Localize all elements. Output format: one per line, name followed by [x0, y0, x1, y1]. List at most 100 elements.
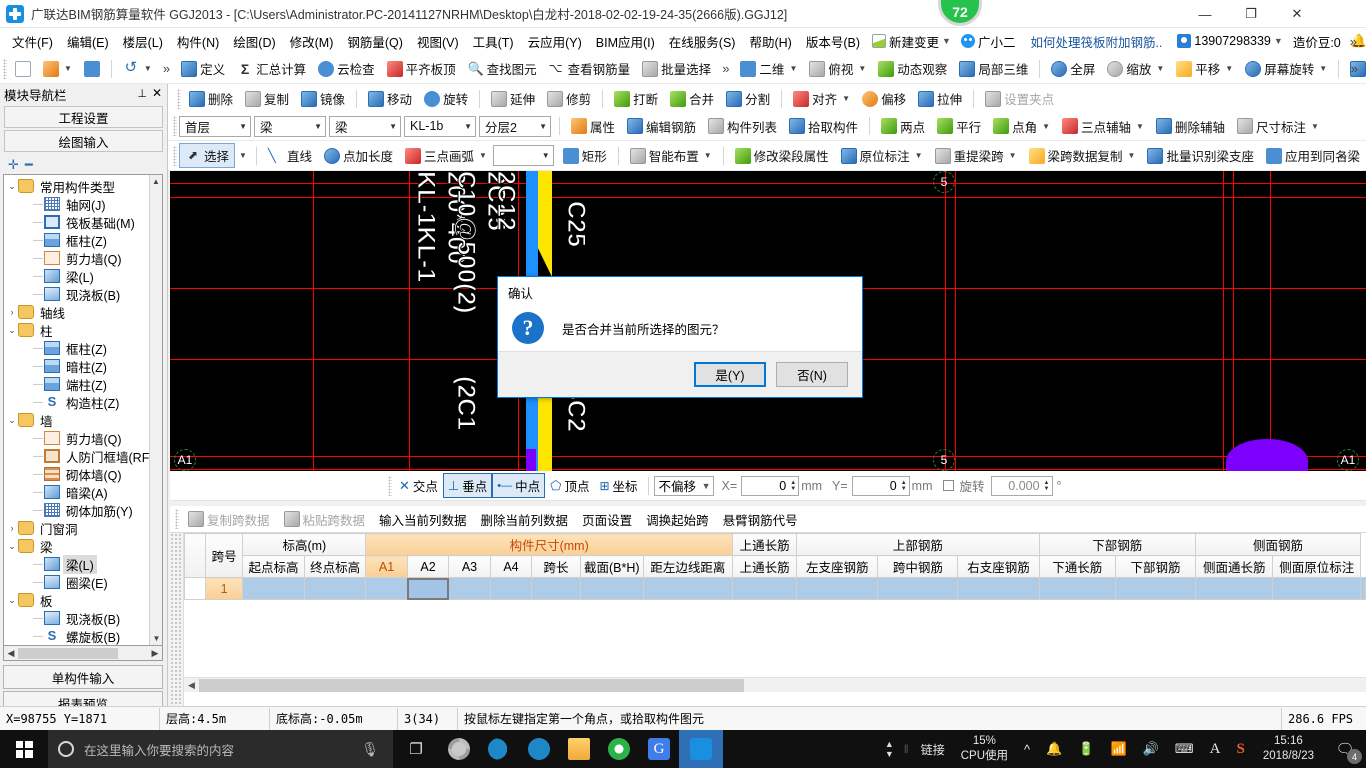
grid-column-header[interactable]: 侧面通长筋	[1195, 555, 1274, 578]
arc-chevron-down-icon[interactable]: ▼	[479, 151, 487, 160]
account-chevron-down-icon[interactable]: ▼	[1274, 36, 1283, 46]
task-view-button[interactable]: ❐	[393, 730, 439, 768]
bell-icon[interactable]: 🔔	[1038, 741, 1070, 757]
y-offset-input[interactable]: 0 ▲ ▼	[851, 475, 910, 496]
draw-blank-combo[interactable]: ▼	[492, 145, 554, 166]
tree-item[interactable]: — 框柱(Z)	[6, 231, 162, 249]
spinner-icon[interactable]: ▲ ▼	[901, 480, 907, 492]
toolbar1-mid-overflow-icon[interactable]: »	[717, 61, 734, 76]
taskbar-app-google[interactable]: G	[639, 730, 679, 768]
grid-cell[interactable]	[1360, 577, 1366, 600]
layer-combo[interactable]: 分层2 ▼	[479, 115, 551, 137]
close-button[interactable]: ✕	[1274, 0, 1320, 28]
taskbar-app-active[interactable]	[679, 730, 723, 768]
chevron-down-icon[interactable]: ▼	[464, 122, 472, 131]
tree-item[interactable]: — 梁(L)	[6, 267, 162, 285]
chevron-down-icon[interactable]: ▼	[702, 481, 711, 491]
grid-column-header[interactable]: A3	[448, 555, 491, 578]
menu-edit[interactable]: 编辑(E)	[60, 29, 116, 54]
dialog-no-button[interactable]: 否(N)	[776, 362, 848, 387]
line-tool-button[interactable]: ╲ 直线	[262, 143, 318, 168]
grid-column-header[interactable]: 侧面原位标注	[1272, 555, 1361, 578]
grid-hsb-thumb[interactable]	[199, 678, 744, 692]
tray-scroll-icon[interactable]: ▲ ▼	[879, 739, 900, 759]
align-slab-top-button[interactable]: 平齐板顶	[381, 56, 462, 81]
chevron-down-icon[interactable]: ▼	[389, 122, 397, 131]
menu-version[interactable]: 版本号(B)	[799, 29, 867, 54]
chevron-down-icon[interactable]: ▼	[942, 36, 951, 46]
toolbar1-overflow-icon[interactable]: »	[158, 61, 175, 76]
reextract-chevron-down-icon[interactable]: ▼	[1009, 151, 1017, 160]
link-label[interactable]: 链接	[913, 741, 953, 758]
microphone-icon[interactable]: 🎙	[361, 741, 379, 758]
volume-icon[interactable]: 🔊	[1135, 741, 1167, 757]
find-element-button[interactable]: 🔍 查找图元	[462, 56, 543, 81]
grid-cell[interactable]	[489, 577, 533, 600]
grid-cell[interactable]	[531, 577, 581, 600]
add-node-icon[interactable]: ✛	[8, 157, 19, 173]
taskbar-clock[interactable]: 15:16 2018/8/23	[1253, 734, 1324, 764]
toolbar4-overflow-icon[interactable]: »	[1335, 148, 1352, 163]
grid-column-header[interactable]: A4	[489, 555, 533, 578]
taskbar-app-explorer[interactable]	[559, 730, 599, 768]
copy-span-data-button[interactable]: 梁跨数据复制 ▼	[1023, 143, 1142, 168]
hsb-thumb[interactable]	[18, 647, 118, 659]
grid-cell[interactable]	[303, 577, 367, 600]
scroll-right-icon[interactable]: ▶	[148, 648, 162, 659]
offset-mode-combo[interactable]: 不偏移 ▼	[653, 475, 714, 496]
fullscreen-button[interactable]: 全屏	[1045, 56, 1101, 81]
sheet-toolbar-grip[interactable]	[175, 509, 179, 529]
menu-component[interactable]: 构件(N)	[170, 29, 226, 54]
menu-view[interactable]: 视图(V)	[410, 29, 466, 54]
taskbar-search-input[interactable]: 在这里输入你要搜索的内容 🎙	[48, 730, 393, 768]
copyspan-chevron-down-icon[interactable]: ▼	[1128, 151, 1136, 160]
grid-cell[interactable]	[796, 577, 879, 600]
grid-row-marker[interactable]	[184, 577, 206, 600]
swap-start-span-cmd[interactable]: 调换起始跨	[639, 507, 716, 532]
tree-item[interactable]: — 砌体加筋(Y)	[6, 501, 162, 519]
menu-cloud[interactable]: 云应用(Y)	[521, 29, 589, 54]
type-combo[interactable]: 梁 ▼	[329, 115, 401, 137]
move-button[interactable]: 移动	[362, 86, 418, 111]
extend-button[interactable]: 延伸	[485, 86, 541, 111]
grid-cell[interactable]	[642, 577, 733, 600]
grid-column-header[interactable]: A2	[406, 555, 450, 578]
tree-item[interactable]: ⌄ 梁	[6, 537, 162, 555]
taskbar-app-fan[interactable]	[439, 730, 479, 768]
snap-intersection-button[interactable]: ✕ 交点	[394, 473, 443, 498]
tree-item[interactable]: — 轴网(J)	[6, 195, 162, 213]
menubar-overflow-icon[interactable]: »	[1345, 34, 1362, 49]
grid-column-header[interactable]: 上通长筋	[731, 555, 798, 578]
page-setup-cmd[interactable]: 页面设置	[575, 507, 639, 532]
orbit-button[interactable]: 动态观察	[872, 56, 953, 81]
menu-rebar[interactable]: 钢筋量(Q)	[340, 29, 410, 54]
component-tree[interactable]: ⌄ 常用构件类型 — 轴网(J) — 筏板基础(M) — 框柱(Z) — 剪力墙(Q) — 梁(L) —…	[3, 174, 163, 646]
grid-horizontal-scrollbar[interactable]: ◀	[184, 677, 1366, 692]
grid-cell[interactable]	[957, 577, 1040, 600]
action-center-button[interactable]: 🗨 4	[1324, 730, 1366, 768]
spinner-icon[interactable]: ▲ ▼	[1044, 480, 1050, 492]
axis-label-a1[interactable]: A1	[174, 449, 196, 471]
tree-item[interactable]: ⌄ 墙	[6, 411, 162, 429]
new-change-button[interactable]: 新建变更 ▼	[867, 32, 956, 51]
grid-cell[interactable]	[1195, 577, 1274, 600]
select-chevron-down-icon[interactable]: ▼	[239, 151, 247, 160]
undo-button[interactable]: ↺ ▼	[117, 58, 158, 80]
grid-cell[interactable]	[1272, 577, 1361, 600]
snap-midpoint-button[interactable]: •— 中点	[492, 473, 546, 498]
snap-vertex-button[interactable]: ⬠ 顶点	[545, 473, 594, 498]
open-file-button[interactable]: ▼	[37, 58, 78, 80]
menu-file[interactable]: 文件(F)	[5, 29, 60, 54]
define-button[interactable]: 定义	[175, 56, 231, 81]
axis-label-5-bottom[interactable]: 5	[933, 449, 955, 471]
tree-item[interactable]: — 剪力墙(Q)	[6, 429, 162, 447]
snap-perpendicular-button[interactable]: ⊥ 垂点	[442, 473, 493, 498]
grid-column-header[interactable]: 跨长	[531, 555, 581, 578]
close-icon[interactable]: ✕	[152, 86, 162, 100]
tree-horizontal-scrollbar[interactable]: ◀ ▶	[3, 646, 163, 661]
view-2d-button[interactable]: 二维 ▼	[734, 56, 803, 81]
toolbar1-right-overflow-icon[interactable]: »	[1346, 61, 1363, 76]
table-row[interactable]: 1	[184, 577, 1366, 600]
grid-group-header[interactable]: 下部钢筋	[1038, 533, 1197, 556]
tree-item[interactable]: — 圈梁(E)	[6, 573, 162, 591]
